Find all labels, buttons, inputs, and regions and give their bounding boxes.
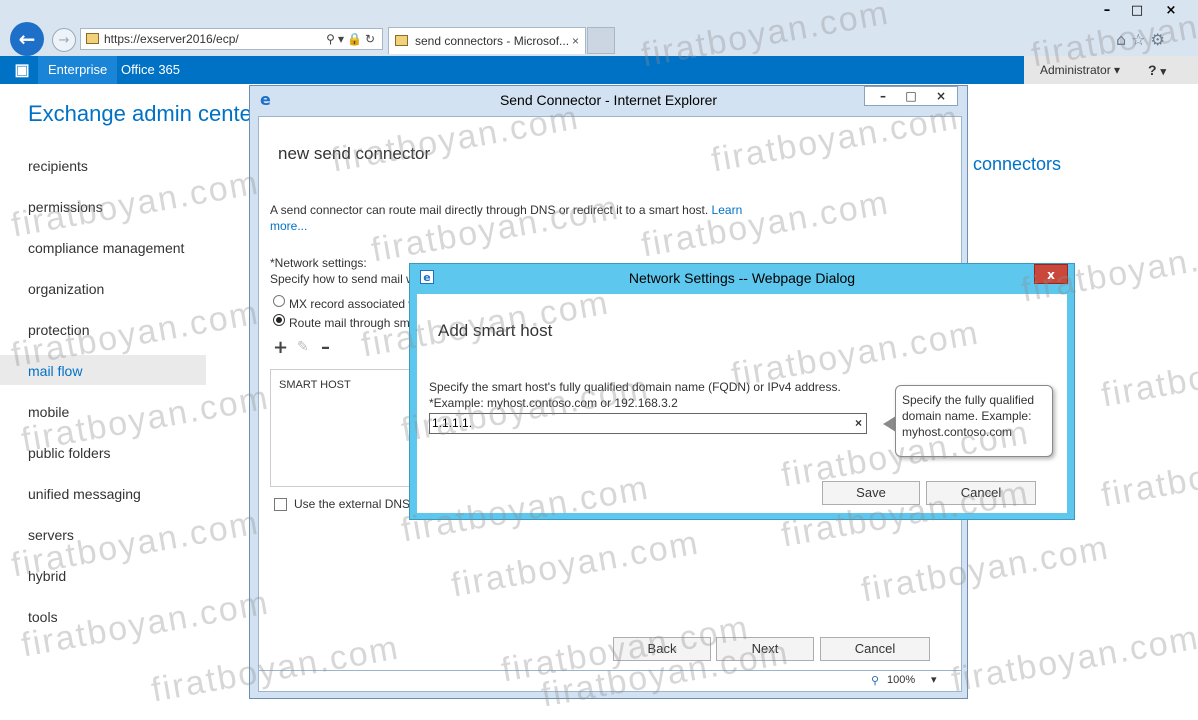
back-button[interactable]: ←: [10, 22, 44, 56]
nav-item-mobile[interactable]: mobile: [28, 404, 69, 420]
settings-gear-icon[interactable]: ⚙: [1151, 30, 1170, 49]
minimize-button[interactable]: –: [1092, 2, 1122, 20]
network-settings-label: *Network settings:: [270, 256, 367, 270]
new-tab-button[interactable]: [587, 27, 615, 54]
window-controls: – □ ×: [864, 86, 958, 106]
nav-item-servers[interactable]: servers: [28, 527, 74, 543]
back-wizard-button[interactable]: Back: [613, 637, 711, 661]
smart-host-header: SMART HOST: [279, 379, 351, 391]
cancel-wizard-button[interactable]: Cancel: [820, 637, 930, 661]
cancel-button[interactable]: Cancel: [926, 481, 1036, 505]
enterprise-link[interactable]: Enterprise: [38, 56, 118, 84]
description-text: A send connector can route mail directly…: [270, 203, 709, 217]
admin-menu[interactable]: Administrator ▾: [1040, 56, 1120, 84]
dialog-heading: Add smart host: [438, 321, 553, 340]
sc-minimize-button[interactable]: –: [871, 87, 895, 105]
address-url: https://exserver2016/ecp/: [104, 32, 239, 46]
admin-label: Administrator: [1040, 63, 1111, 77]
network-settings-desc: Specify how to send mail w: [270, 272, 415, 286]
radio-mx-label: MX record associated w: [289, 297, 418, 311]
page-favicon-icon: [86, 33, 99, 44]
next-button[interactable]: Next: [716, 637, 814, 661]
forward-button[interactable]: →: [52, 28, 76, 52]
remove-icon[interactable]: –: [321, 337, 330, 358]
browser-toolbar-icons: ⌂☆⚙: [1116, 30, 1170, 49]
radio-route-smarthost[interactable]: [273, 314, 285, 326]
use-external-dns-checkbox[interactable]: [274, 498, 287, 511]
user-area: Administrator ▾ ? ▾: [1024, 56, 1198, 84]
add-icon[interactable]: +: [273, 337, 288, 358]
save-button[interactable]: Save: [822, 481, 920, 505]
nav-item-permissions[interactable]: permissions: [28, 199, 103, 215]
fqdn-input-value: 1.1.1.1.: [432, 416, 473, 430]
dialog-close-button[interactable]: x: [1034, 264, 1068, 284]
fqdn-example: *Example: myhost.contoso.com or 192.168.…: [429, 396, 678, 410]
chevron-down-icon: ▾: [1114, 63, 1121, 77]
tab-favicon-icon: [395, 35, 408, 46]
close-button[interactable]: ×: [1156, 2, 1186, 20]
search-icon[interactable]: ⚲: [326, 32, 338, 46]
status-bar: ⚲ 100% ▾: [258, 670, 962, 692]
radio-route-label: Route mail through sm: [289, 316, 410, 330]
sc-close-button[interactable]: ×: [929, 87, 953, 105]
wizard-description: A send connector can route mail directly…: [270, 202, 750, 234]
nav-item-recipients[interactable]: recipients: [28, 158, 88, 174]
maximize-button[interactable]: □: [1122, 2, 1152, 20]
network-settings-dialog: e Network Settings -- Webpage Dialog x A…: [409, 263, 1075, 520]
fqdn-tooltip: Specify the fully qualified domain name.…: [895, 385, 1053, 457]
nav-item-mail-flow[interactable]: mail flow: [28, 363, 82, 379]
tab-label: send connectors - Microsof...: [415, 34, 570, 48]
zoom-level[interactable]: 100%: [887, 674, 915, 686]
office-logo-icon[interactable]: ▣: [8, 56, 36, 84]
zoom-icon[interactable]: ⚲: [871, 674, 879, 687]
nav-item-public-folders[interactable]: public folders: [28, 445, 111, 461]
browser-tab[interactable]: send connectors - Microsof... ×: [388, 27, 586, 54]
help-icon: ?: [1148, 62, 1157, 78]
nav-item-protection[interactable]: protection: [28, 322, 89, 338]
use-external-dns-label: Use the external DNS: [294, 497, 411, 511]
home-icon[interactable]: ⌂: [1116, 30, 1131, 49]
fqdn-input[interactable]: 1.1.1.1. ×: [429, 413, 867, 434]
fqdn-instruction: Specify the smart host's fully qualified…: [429, 380, 841, 394]
nav-item-organization[interactable]: organization: [28, 281, 104, 297]
window-title: Send Connector - Internet Explorer: [499, 92, 718, 108]
address-actions[interactable]: ⚲▾🔒↻: [326, 29, 378, 49]
arrow-right-icon: →: [58, 32, 70, 48]
edit-pencil-icon[interactable]: ✎: [297, 339, 309, 355]
favorites-star-icon[interactable]: ☆: [1131, 30, 1150, 49]
dialog-body: Add smart host Specify the smart host's …: [417, 294, 1067, 513]
sc-maximize-button[interactable]: □: [899, 87, 923, 105]
zoom-dropdown-icon[interactable]: ▾: [931, 673, 937, 686]
wizard-heading: new send connector: [278, 144, 431, 163]
nav-item-compliance-management[interactable]: compliance management: [28, 240, 184, 256]
tab-close-icon[interactable]: ×: [572, 28, 579, 54]
clear-input-icon[interactable]: ×: [855, 414, 862, 433]
page-title: Exchange admin cente: [28, 101, 252, 126]
o365-navbar: ▣ Enterprise Office 365 Administrator ▾ …: [0, 56, 1198, 84]
nav-item-unified-messaging[interactable]: unified messaging: [28, 486, 141, 502]
lock-icon: 🔒: [346, 32, 365, 46]
office365-link[interactable]: Office 365: [121, 56, 180, 84]
dialog-title: Network Settings -- Webpage Dialog: [628, 270, 856, 286]
help-menu[interactable]: ? ▾: [1148, 56, 1166, 86]
chevron-down-icon: ▾: [1160, 66, 1166, 78]
arrow-left-icon: ←: [18, 27, 36, 51]
address-bar[interactable]: https://exserver2016/ecp/ ⚲▾🔒↻: [80, 28, 383, 50]
refresh-icon[interactable]: ↻: [365, 32, 378, 46]
radio-mx[interactable]: [273, 295, 285, 307]
nav-item-hybrid[interactable]: hybrid: [28, 568, 66, 584]
connectors-heading: connectors: [973, 154, 1062, 174]
nav-item-tools[interactable]: tools: [28, 609, 58, 625]
dropdown-icon[interactable]: ▾: [338, 32, 347, 46]
